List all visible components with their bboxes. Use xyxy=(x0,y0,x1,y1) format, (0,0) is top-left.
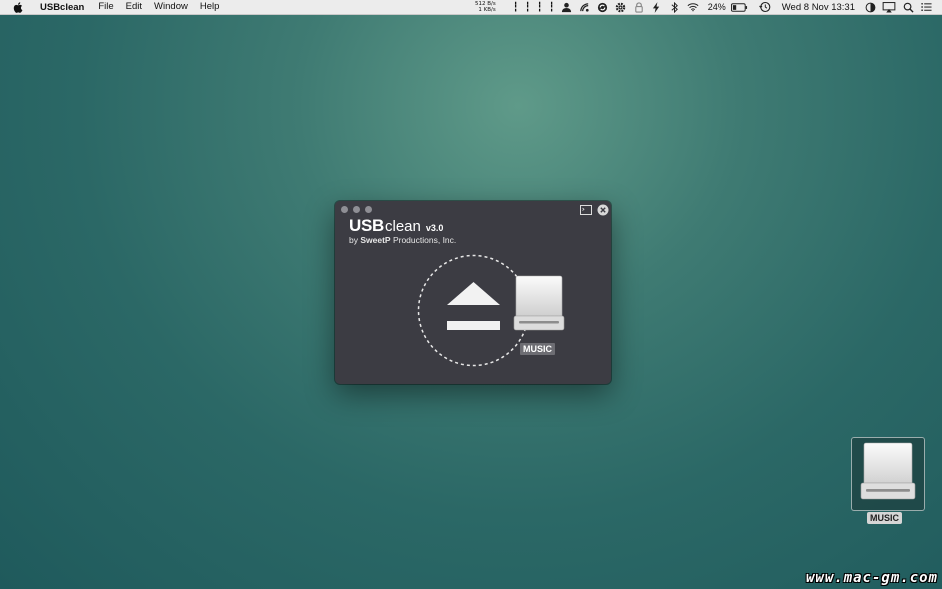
airplay-icon[interactable] xyxy=(882,1,896,13)
battery-percent[interactable]: 24% xyxy=(708,2,726,12)
desktop-drive-icon[interactable] xyxy=(851,437,925,511)
network-download-speed: 1 KB/s xyxy=(478,7,496,13)
wifi-icon[interactable] xyxy=(687,1,699,13)
drive-label: MUSIC xyxy=(520,343,555,355)
cpu-stat-icon[interactable]: ▮ ▮ ▮ xyxy=(513,1,519,13)
bluetooth-icon[interactable] xyxy=(669,1,681,13)
window-close-button[interactable] xyxy=(341,206,348,213)
disk-stat-icon[interactable]: ▮ ▮ ▮ xyxy=(537,1,543,13)
menu-window[interactable]: Window xyxy=(148,0,194,14)
memory-stat-icon[interactable]: ▮ ▮ ▮ xyxy=(525,1,531,13)
watermark: www.mac-gm.com xyxy=(805,570,938,586)
display-half-circle-icon[interactable] xyxy=(864,1,876,13)
drive-icon[interactable] xyxy=(513,274,565,334)
gear-icon[interactable] xyxy=(615,1,627,13)
logo-clean-text: clean xyxy=(385,218,421,235)
apple-logo-icon[interactable] xyxy=(12,1,24,13)
byline-prefix: by xyxy=(349,235,361,245)
menu-bar-left: USBclean File Edit Window Help xyxy=(0,0,225,14)
menu-file[interactable]: File xyxy=(92,0,119,14)
sync-icon[interactable] xyxy=(597,1,609,13)
external-drive-icon xyxy=(860,442,916,500)
menu-app-name[interactable]: USBclean xyxy=(32,2,92,13)
user-icon[interactable] xyxy=(561,1,573,13)
app-logo: USB clean v3.0 xyxy=(349,216,443,236)
lock-icon[interactable] xyxy=(633,1,645,13)
desktop-drive-label[interactable]: MUSIC xyxy=(867,512,902,524)
time-machine-icon[interactable] xyxy=(758,1,771,13)
sensor-stat-icon[interactable]: ▮ ▮ ▮ xyxy=(549,1,555,13)
clock[interactable]: Wed 8 Nov 13:31 xyxy=(782,2,855,13)
window-controls xyxy=(341,206,372,213)
menu-bar: USBclean File Edit Window Help 512 B/s 1… xyxy=(0,0,942,15)
menu-edit[interactable]: Edit xyxy=(120,0,148,14)
spotlight-search-icon[interactable] xyxy=(902,1,914,13)
close-circle-icon[interactable] xyxy=(597,204,609,216)
notification-center-icon[interactable] xyxy=(920,1,932,13)
app-byline: by SweetP Productions, Inc. xyxy=(349,235,456,245)
menu-help[interactable]: Help xyxy=(194,0,226,14)
usbclean-window: USB clean v3.0 by SweetP Productions, In… xyxy=(335,201,611,384)
window-minimize-button[interactable] xyxy=(353,206,360,213)
logo-usb-text: USB xyxy=(349,216,384,235)
byline-suffix: Productions, Inc. xyxy=(390,235,457,245)
airdrop-icon[interactable] xyxy=(579,1,591,13)
network-speed-widget[interactable]: 512 B/s 1 KB/s xyxy=(475,1,496,13)
menu-bar-status: 512 B/s 1 KB/s ▮ ▮ ▮ ▮ ▮ ▮ ▮ ▮ ▮ ▮ ▮ ▮ 24 xyxy=(475,0,942,14)
battery-icon[interactable] xyxy=(730,1,748,13)
window-zoom-button[interactable] xyxy=(365,206,372,213)
byline-company: SweetP xyxy=(360,235,391,245)
energy-icon[interactable] xyxy=(651,1,663,13)
terminal-icon[interactable] xyxy=(580,204,592,216)
app-version: v3.0 xyxy=(425,223,444,233)
